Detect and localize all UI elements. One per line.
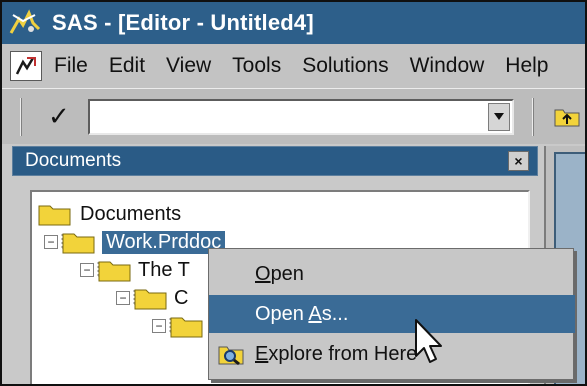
tree-item-c[interactable]: − C bbox=[116, 284, 188, 312]
tree-item-the-t[interactable]: − The T bbox=[80, 256, 190, 284]
tree-item-work-prddoc[interactable]: − Work.Prddoc bbox=[44, 228, 226, 256]
toolbar-grip-2[interactable] bbox=[532, 98, 534, 136]
magnifier-folder-icon bbox=[218, 346, 244, 366]
close-icon[interactable]: × bbox=[508, 151, 529, 171]
folder-icon bbox=[170, 317, 203, 338]
menu-edit[interactable]: Edit bbox=[109, 54, 145, 78]
collapse-toggle-icon[interactable]: − bbox=[152, 319, 166, 333]
tree-item-label: The T bbox=[138, 258, 190, 281]
command-input[interactable] bbox=[88, 99, 514, 135]
menu-solutions[interactable]: Solutions bbox=[302, 54, 388, 78]
collapse-toggle-icon[interactable]: − bbox=[44, 235, 58, 249]
toolbar-grip[interactable] bbox=[20, 98, 22, 136]
tree-item-documents[interactable]: Documents bbox=[38, 200, 181, 228]
tree-item-label: C bbox=[174, 286, 189, 309]
menu-help[interactable]: Help bbox=[505, 54, 548, 78]
tree-item-label-selected: Work.Prddoc bbox=[102, 230, 226, 254]
collapse-toggle-icon[interactable]: − bbox=[80, 263, 94, 277]
menu-item-label: Open As... bbox=[255, 302, 349, 325]
context-menu-open[interactable]: Open bbox=[209, 255, 575, 293]
folder-icon bbox=[38, 205, 71, 226]
command-toolbar: ✓ bbox=[2, 88, 585, 144]
folder-icon bbox=[98, 261, 131, 282]
editor-document-icon[interactable] bbox=[10, 51, 42, 81]
command-dropdown-button[interactable] bbox=[488, 103, 510, 131]
sas-logo-icon bbox=[8, 8, 42, 38]
menu-tools[interactable]: Tools bbox=[232, 54, 281, 78]
menu-file[interactable]: File bbox=[54, 54, 88, 78]
tree-item-label: Documents bbox=[80, 202, 182, 225]
context-menu-explore-from-here[interactable]: Explore from Here bbox=[209, 335, 575, 373]
chevron-down-icon bbox=[494, 113, 504, 120]
context-menu: Open Open As... Explore from Here bbox=[208, 248, 575, 380]
mouse-pointer-icon bbox=[415, 319, 442, 363]
collapse-toggle-icon[interactable]: − bbox=[116, 291, 130, 305]
run-check-icon[interactable]: ✓ bbox=[48, 103, 70, 129]
folder-icon bbox=[134, 289, 167, 310]
title-bar: SAS - [Editor - Untitled4] bbox=[2, 2, 585, 44]
menu-item-label: Open bbox=[255, 262, 304, 285]
context-menu-open-as[interactable]: Open As... bbox=[209, 295, 575, 333]
documents-panel-title: Documents bbox=[25, 150, 122, 171]
menu-view[interactable]: View bbox=[166, 54, 211, 78]
sas-window: SAS - [Editor - Untitled4] File Edit Vie… bbox=[0, 0, 587, 386]
documents-panel-header: Documents × bbox=[12, 146, 538, 176]
tree-item-nested[interactable]: − bbox=[152, 312, 210, 340]
up-folder-icon[interactable] bbox=[552, 102, 582, 130]
folder-icon bbox=[62, 233, 95, 254]
menu-window[interactable]: Window bbox=[410, 54, 485, 78]
menu-item-label: Explore from Here bbox=[255, 342, 418, 365]
menu-bar: File Edit View Tools Solutions Window He… bbox=[2, 44, 585, 88]
window-title: SAS - [Editor - Untitled4] bbox=[52, 10, 314, 35]
